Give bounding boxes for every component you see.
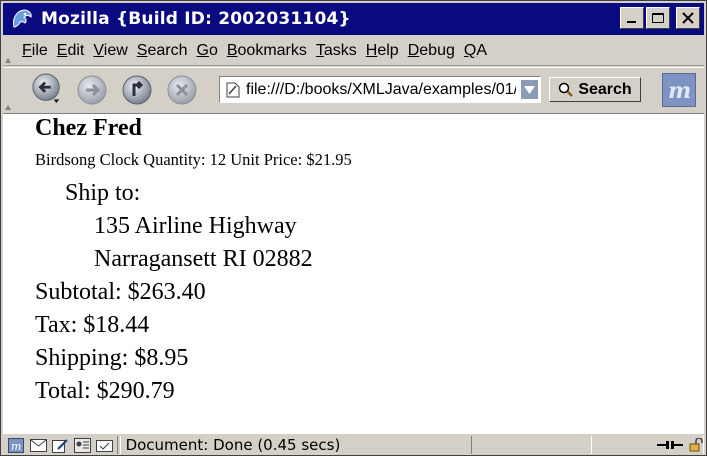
menu-help[interactable]: Help: [366, 42, 399, 60]
status-bar: m Document: Done (0.45 secs): [3, 433, 704, 456]
search-button-label: Search: [578, 80, 632, 98]
addressbook-icon[interactable]: [73, 437, 91, 453]
order-item-line: Birdsong Clock Quantity: 12 Unit Price: …: [35, 150, 352, 169]
shipping-line: Shipping: $8.95: [35, 345, 189, 371]
menu-file[interactable]: File: [22, 42, 48, 60]
stop-button[interactable]: [166, 74, 198, 106]
svg-text:m: m: [11, 440, 21, 453]
toolbar-grip-icon[interactable]: [5, 70, 11, 110]
tax-line: Tax: $18.44: [35, 312, 150, 338]
stop-icon: [167, 75, 197, 105]
menu-debug[interactable]: Debug: [408, 42, 455, 60]
url-bar[interactable]: [219, 76, 541, 103]
minimize-button[interactable]: [620, 7, 644, 29]
reload-icon: [122, 75, 152, 105]
back-button[interactable]: [31, 73, 63, 106]
mozilla-throbber-icon[interactable]: m: [662, 73, 696, 107]
status-progress-cell: [470, 436, 592, 454]
lock-icon[interactable]: [689, 438, 703, 452]
title-bar[interactable]: Mozilla {Build ID: 2002031104}: [3, 3, 704, 35]
mail-icon[interactable]: [29, 437, 47, 453]
shop-name: Chez Fred: [35, 115, 142, 141]
subtotal-line: Subtotal: $263.40: [35, 279, 206, 305]
url-dropdown-button[interactable]: [521, 80, 538, 99]
url-input[interactable]: [246, 80, 516, 99]
address-line-1: 135 Airline Highway: [94, 213, 297, 239]
menu-search[interactable]: Search: [137, 42, 188, 60]
menu-tasks[interactable]: Tasks: [316, 42, 357, 60]
status-security-cell: [592, 436, 704, 454]
browser-window: Mozilla {Build ID: 2002031104} File Edit…: [0, 0, 707, 456]
search-icon: [559, 82, 574, 97]
close-button[interactable]: [676, 7, 700, 29]
mozilla-logo-icon: [9, 6, 35, 32]
reload-button[interactable]: [121, 74, 153, 106]
forward-button[interactable]: [76, 74, 108, 106]
ship-to-label: Ship to:: [65, 180, 141, 206]
page-content: Chez Fred Birdsong Clock Quantity: 12 Un…: [3, 113, 704, 434]
menu-bar: File Edit View Search Go Bookmarks Tasks…: [3, 37, 704, 66]
mozilla-icon[interactable]: m: [8, 437, 25, 453]
menu-go[interactable]: Go: [196, 42, 217, 60]
total-line: Total: $290.79: [35, 378, 175, 404]
address-line-2: Narragansett RI 02882: [94, 246, 313, 272]
window-title: Mozilla {Build ID: 2002031104}: [41, 9, 351, 29]
svg-text:m: m: [668, 78, 691, 104]
maximize-button[interactable]: [646, 7, 670, 29]
chevron-down-icon: [524, 85, 535, 94]
navigation-toolbar: Search m: [3, 67, 704, 112]
menu-view[interactable]: View: [93, 42, 127, 60]
minimize-icon: [627, 21, 636, 23]
status-text: Document: Done (0.45 secs): [125, 436, 341, 454]
menu-bookmarks[interactable]: Bookmarks: [227, 42, 307, 60]
composer-icon[interactable]: [51, 437, 69, 453]
close-icon: [682, 12, 694, 24]
status-separator: [116, 436, 121, 454]
toolbar-grip-icon[interactable]: [5, 39, 11, 63]
menu-qa[interactable]: QA: [464, 42, 487, 60]
maximize-icon: [652, 13, 664, 23]
page-icon: [226, 82, 240, 97]
back-icon: [32, 73, 60, 104]
forward-icon: [77, 75, 107, 105]
search-button[interactable]: Search: [549, 77, 641, 102]
menu-edit[interactable]: Edit: [57, 42, 85, 60]
chat-icon[interactable]: [95, 437, 113, 453]
online-indicator-icon[interactable]: [657, 439, 683, 451]
